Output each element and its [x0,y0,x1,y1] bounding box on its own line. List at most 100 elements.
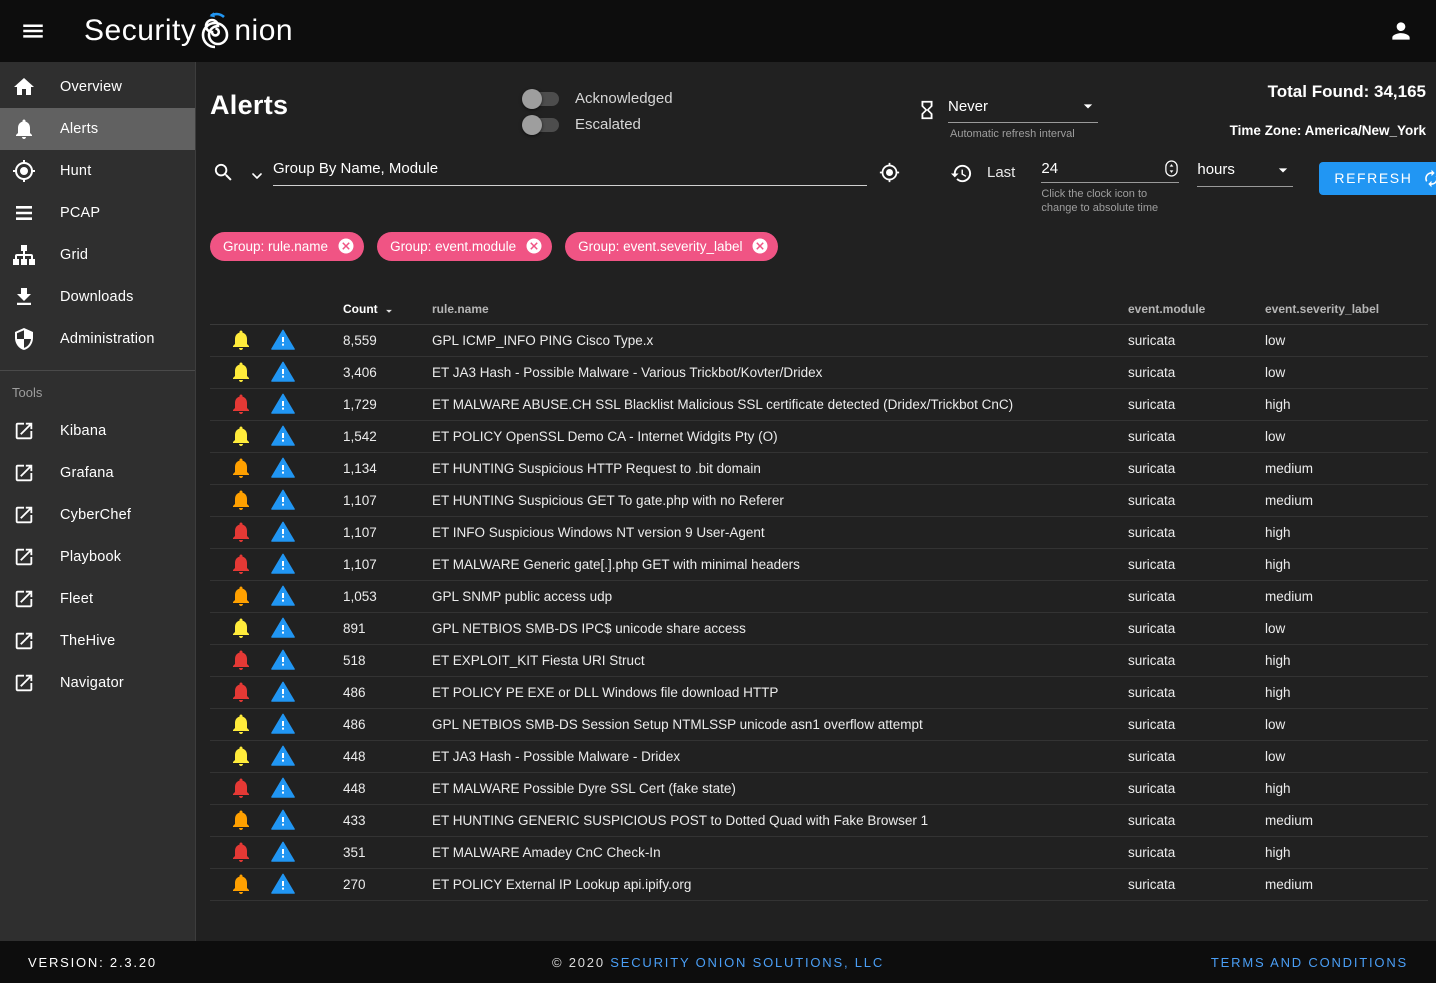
table-row[interactable]: 351ET MALWARE Amadey CnC Check-Insuricat… [210,837,1428,869]
info-triangle-icon[interactable] [271,776,295,800]
table-row[interactable]: 3,406ET JA3 Hash - Possible Malware - Va… [210,357,1428,389]
info-triangle-icon[interactable] [271,424,295,448]
time-unit-select[interactable]: hours [1197,160,1293,187]
table-row[interactable]: 1,542ET POLICY OpenSSL Demo CA - Interne… [210,421,1428,453]
acknowledged-toggle[interactable]: Acknowledged [525,90,765,107]
alert-bell-icon[interactable] [229,808,253,832]
alert-bell-icon[interactable] [229,776,253,800]
info-triangle-icon[interactable] [271,328,295,352]
refresh-interval-select[interactable]: Never [948,96,1098,123]
target-icon[interactable] [871,162,902,183]
alert-bell-icon[interactable] [229,744,253,768]
sidebar-item-pcap[interactable]: PCAP [0,192,195,234]
column-header-count[interactable]: Count [330,301,419,318]
chip-close-icon[interactable] [525,237,543,255]
info-triangle-icon[interactable] [271,712,295,736]
alert-bell-icon[interactable] [229,584,253,608]
alert-bell-icon[interactable] [229,456,253,480]
table-row[interactable]: 891GPL NETBIOS SMB-DS IPC$ unicode share… [210,613,1428,645]
search-icon[interactable] [210,161,237,184]
info-triangle-icon[interactable] [271,680,295,704]
alert-bell-icon[interactable] [229,392,253,416]
info-triangle-icon[interactable] [271,456,295,480]
alert-bell-icon[interactable] [229,360,253,384]
info-triangle-icon[interactable] [271,808,295,832]
alert-bell-icon[interactable] [229,840,253,864]
copyright-link[interactable]: SECURITY ONION SOLUTIONS, LLC [610,955,884,970]
query-options-chevron-icon[interactable] [237,162,267,184]
table-row[interactable]: 1,053GPL SNMP public access udpsuricatam… [210,581,1428,613]
stepper-icon[interactable] [1164,160,1179,177]
table-row[interactable]: 1,729ET MALWARE ABUSE.CH SSL Blacklist M… [210,389,1428,421]
alert-bell-icon[interactable] [229,680,253,704]
table-row[interactable]: 518ET EXPLOIT_KIT Fiesta URI Structsuric… [210,645,1428,677]
history-clock-icon[interactable] [950,162,973,185]
tool-item-navigator[interactable]: Navigator [0,662,195,704]
table-row[interactable]: 486ET POLICY PE EXE or DLL Windows file … [210,677,1428,709]
tool-item-thehive[interactable]: TheHive [0,620,195,662]
tool-item-playbook[interactable]: Playbook [0,536,195,578]
table-row[interactable]: 1,107ET INFO Suspicious Windows NT versi… [210,517,1428,549]
table-row[interactable]: 270ET POLICY External IP Lookup api.ipif… [210,869,1428,901]
alert-bell-icon[interactable] [229,328,253,352]
sidebar-item-administration[interactable]: Administration [0,318,195,360]
toggle-track[interactable] [525,118,559,132]
info-triangle-icon[interactable] [271,520,295,544]
tool-item-fleet[interactable]: Fleet [0,578,195,620]
escalated-toggle[interactable]: Escalated [525,116,765,133]
filter-chip[interactable]: Group: rule.name [210,232,364,261]
cell-severity-label: low [1265,429,1428,444]
table-row[interactable]: 1,107ET HUNTING Suspicious GET To gate.p… [210,485,1428,517]
chip-close-icon[interactable] [337,237,355,255]
time-amount-input[interactable] [1041,160,1131,177]
info-triangle-icon[interactable] [271,872,295,896]
info-triangle-icon[interactable] [271,584,295,608]
info-triangle-icon[interactable] [271,360,295,384]
alert-bell-icon[interactable] [229,616,253,640]
toggle-thumb[interactable] [522,115,542,135]
table-row[interactable]: 1,107ET MALWARE Generic gate[.].php GET … [210,549,1428,581]
sidebar-item-overview[interactable]: Overview [0,66,195,108]
filter-chip[interactable]: Group: event.severity_label [565,232,778,261]
table-row[interactable]: 448ET JA3 Hash - Possible Malware - Drid… [210,741,1428,773]
user-menu-button[interactable] [1380,10,1422,52]
column-header-event-module[interactable]: event.module [1128,302,1265,316]
info-triangle-icon[interactable] [271,840,295,864]
sidebar-item-grid[interactable]: Grid [0,234,195,276]
chip-close-icon[interactable] [751,237,769,255]
column-header-rule-name[interactable]: rule.name [419,302,1128,316]
table-row[interactable]: 433ET HUNTING GENERIC SUSPICIOUS POST to… [210,805,1428,837]
info-triangle-icon[interactable] [271,392,295,416]
alert-bell-icon[interactable] [229,648,253,672]
tool-item-grafana[interactable]: Grafana [0,452,195,494]
tool-item-kibana[interactable]: Kibana [0,410,195,452]
tool-item-cyberchef[interactable]: CyberChef [0,494,195,536]
alert-bell-icon[interactable] [229,872,253,896]
refresh-button[interactable]: REFRESH [1319,162,1436,195]
info-triangle-icon[interactable] [271,744,295,768]
alert-bell-icon[interactable] [229,520,253,544]
filter-chip[interactable]: Group: event.module [377,232,552,261]
table-row[interactable]: 8,559GPL ICMP_INFO PING Cisco Type.xsuri… [210,325,1428,357]
alert-bell-icon[interactable] [229,424,253,448]
alert-bell-icon[interactable] [229,552,253,576]
alert-bell-icon[interactable] [229,712,253,736]
table-row[interactable]: 1,134ET HUNTING Suspicious HTTP Request … [210,453,1428,485]
info-triangle-icon[interactable] [271,552,295,576]
table-row[interactable]: 448ET MALWARE Possible Dyre SSL Cert (fa… [210,773,1428,805]
toggle-thumb[interactable] [522,89,542,109]
info-triangle-icon[interactable] [271,488,295,512]
search-input[interactable] [273,160,867,177]
sidebar-item-downloads[interactable]: Downloads [0,276,195,318]
sidebar-item-alerts[interactable]: Alerts [0,108,195,150]
toggle-track[interactable] [525,92,559,106]
alert-bell-icon[interactable] [229,488,253,512]
sidebar-item-hunt[interactable]: Hunt [0,150,195,192]
terms-link[interactable]: TERMS AND CONDITIONS [1211,955,1408,970]
menu-button[interactable] [12,10,54,52]
table-row[interactable]: 486GPL NETBIOS SMB-DS Session Setup NTML… [210,709,1428,741]
column-header-event-severity[interactable]: event.severity_label [1265,302,1428,316]
info-triangle-icon[interactable] [271,616,295,640]
info-triangle-icon[interactable] [271,648,295,672]
sort-desc-icon[interactable] [382,301,396,318]
